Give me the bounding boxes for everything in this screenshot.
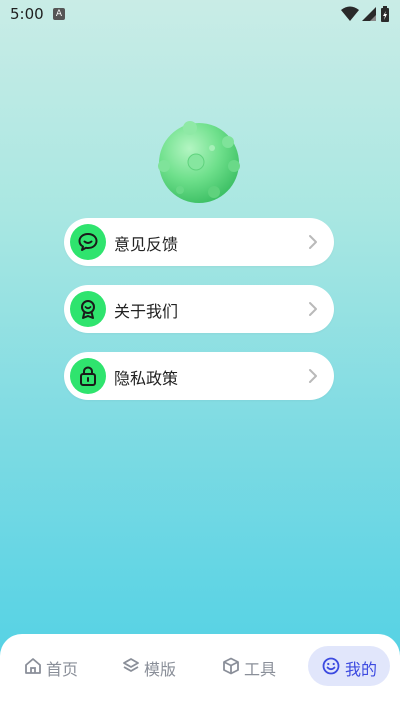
- battery-icon: [381, 6, 389, 22]
- home-icon: [25, 658, 41, 674]
- smiley-icon: [322, 657, 340, 675]
- tab-label: 首页: [46, 660, 79, 679]
- signal-icon: [362, 7, 376, 21]
- tab-templates[interactable]: 模版: [122, 646, 182, 686]
- status-icons: [341, 6, 389, 22]
- award-badge-icon: [70, 291, 106, 327]
- chevron-right-icon: [309, 369, 317, 383]
- menu-item-about[interactable]: 关于我们: [64, 285, 334, 333]
- tab-home[interactable]: 首页: [24, 646, 84, 686]
- planet-illustration: [158, 121, 240, 203]
- menu-item-label: 意见反馈: [114, 235, 179, 254]
- tab-tools[interactable]: 工具: [222, 646, 282, 686]
- wifi-icon: [341, 6, 359, 21]
- chat-bubble-icon: [70, 224, 106, 260]
- menu-item-label: 隐私政策: [114, 369, 179, 388]
- tab-mine[interactable]: 我的: [308, 646, 390, 686]
- status-bar: 5:00 A: [0, 0, 400, 28]
- lock-icon: [70, 358, 106, 394]
- menu-item-label: 关于我们: [114, 302, 179, 321]
- tab-label: 模版: [144, 660, 177, 679]
- chevron-right-icon: [309, 302, 317, 316]
- layers-icon: [123, 658, 139, 672]
- chevron-right-icon: [309, 235, 317, 249]
- menu-item-privacy[interactable]: 隐私政策: [64, 352, 334, 400]
- notification-badge: A: [53, 8, 65, 20]
- tab-label: 工具: [244, 660, 277, 679]
- menu-item-feedback[interactable]: 意见反馈: [64, 218, 334, 266]
- bottom-nav: 首页 模版 工具 我的: [0, 634, 400, 712]
- cube-icon: [223, 657, 239, 675]
- status-time: 5:00: [10, 5, 44, 23]
- tab-label: 我的: [345, 660, 378, 679]
